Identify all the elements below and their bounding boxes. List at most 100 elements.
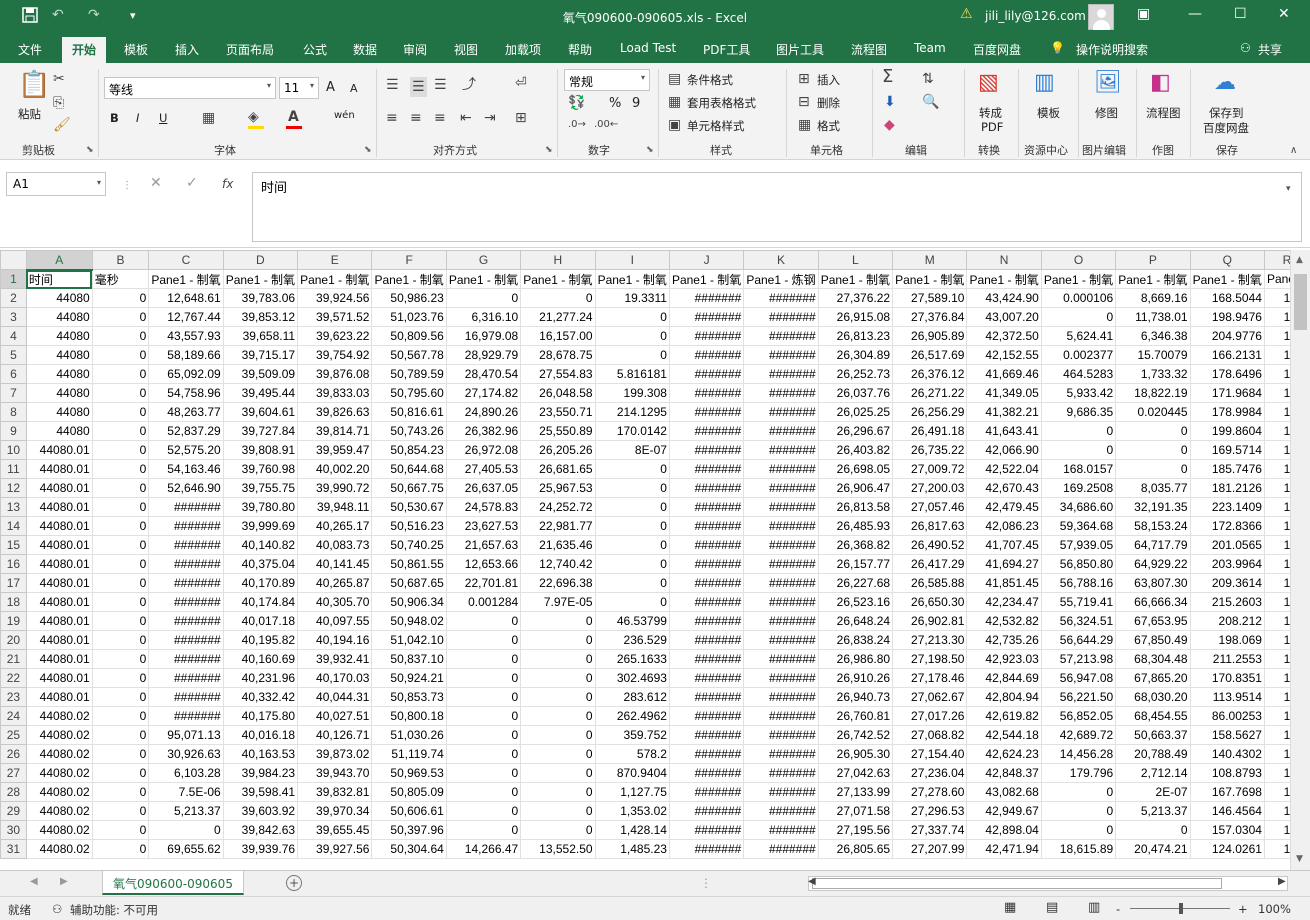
table-cell[interactable]: 23,550.71 bbox=[520, 402, 596, 422]
table-cell[interactable]: ####### bbox=[743, 592, 819, 612]
table-cell[interactable]: 27,213.30 bbox=[892, 630, 968, 650]
table-cell[interactable]: 42,234.47 bbox=[966, 592, 1042, 612]
table-cell[interactable]: 42,735.26 bbox=[966, 630, 1042, 650]
row-header[interactable]: 30 bbox=[0, 820, 27, 840]
table-cell[interactable]: 39,715.17 bbox=[222, 345, 299, 365]
table-cell[interactable]: 51,119.74 bbox=[371, 744, 447, 764]
table-cell[interactable]: ####### bbox=[668, 440, 745, 460]
table-cell[interactable]: 0 bbox=[91, 820, 150, 840]
convert-pdf-button-line2[interactable]: PDF bbox=[981, 120, 1003, 134]
table-cell[interactable]: 14,266.47 bbox=[445, 839, 522, 859]
row-header[interactable]: 15 bbox=[0, 535, 27, 555]
tab-formulas[interactable]: 公式 bbox=[303, 41, 327, 58]
table-cell[interactable]: 8E-07 bbox=[594, 440, 670, 460]
align-left-icon[interactable]: ≡ bbox=[386, 110, 398, 126]
table-cell[interactable]: 44080.02 bbox=[25, 744, 93, 764]
table-cell[interactable]: 54,163.46 bbox=[148, 459, 224, 479]
table-cell[interactable]: 40,097.55 bbox=[297, 611, 373, 631]
table-cell[interactable]: 0.002377 bbox=[1040, 345, 1117, 365]
shrink-font-button[interactable]: A bbox=[350, 82, 358, 95]
column-header[interactable]: G bbox=[445, 250, 522, 270]
ribbon-display-button[interactable]: ▣ bbox=[1137, 6, 1150, 22]
table-cell[interactable]: 26,637.05 bbox=[445, 478, 522, 498]
table-cell[interactable]: 39,655.45 bbox=[297, 820, 373, 840]
table-cell[interactable]: 39,939.76 bbox=[222, 839, 299, 859]
table-cell[interactable]: 50,530.67 bbox=[371, 497, 447, 517]
table-cell[interactable]: 27,154.40 bbox=[892, 744, 968, 764]
table-cell[interactable]: 26,906.47 bbox=[817, 478, 894, 498]
table-cell[interactable]: 12,653.66 bbox=[445, 554, 522, 574]
table-cell[interactable]: 27,554.83 bbox=[520, 364, 596, 384]
table-cell[interactable]: 0 bbox=[520, 801, 596, 821]
table-cell[interactable]: ####### bbox=[743, 554, 819, 574]
flowchart-button[interactable]: 流程图 bbox=[1146, 105, 1181, 121]
table-cell[interactable]: 283.612 bbox=[594, 687, 670, 707]
table-cell[interactable]: ####### bbox=[743, 649, 819, 669]
tab-template[interactable]: 模板 bbox=[124, 41, 148, 58]
table-cell[interactable]: 0 bbox=[91, 744, 150, 764]
table-cell[interactable]: 124.0261 bbox=[1189, 839, 1265, 859]
table-cell[interactable]: 50,969.53 bbox=[371, 763, 447, 783]
table-cell[interactable]: 44080.01 bbox=[25, 535, 93, 555]
table-cell[interactable]: 0 bbox=[91, 516, 150, 536]
column-header[interactable]: Q bbox=[1189, 250, 1265, 270]
table-cell[interactable]: ####### bbox=[668, 535, 745, 555]
table-cell[interactable]: ####### bbox=[148, 649, 224, 669]
table-cell[interactable]: 359.752 bbox=[594, 725, 670, 745]
table-cell[interactable]: 39,623.22 bbox=[297, 326, 373, 346]
table-cell[interactable]: 42,066.90 bbox=[966, 440, 1042, 460]
table-cell[interactable]: 26,838.24 bbox=[817, 630, 894, 650]
table-cell[interactable]: 201.0565 bbox=[1189, 535, 1265, 555]
table-cell[interactable]: 24,252.72 bbox=[520, 497, 596, 517]
table-cell[interactable]: 0 bbox=[594, 326, 670, 346]
table-cell[interactable]: 0 bbox=[445, 725, 522, 745]
table-cell[interactable]: 42,624.23 bbox=[966, 744, 1042, 764]
table-cell[interactable]: 2E-07 bbox=[1115, 782, 1191, 802]
table-cell[interactable]: 25,550.89 bbox=[520, 421, 596, 441]
table-cell[interactable]: 44080.01 bbox=[25, 497, 93, 517]
page-layout-view-icon[interactable]: ▤ bbox=[1046, 900, 1058, 915]
table-cell[interactable]: 8,035.77 bbox=[1115, 478, 1191, 498]
font-color-icon[interactable]: A bbox=[288, 109, 299, 125]
table-cell[interactable]: 52,575.20 bbox=[148, 440, 224, 460]
table-cell[interactable]: ####### bbox=[148, 497, 224, 517]
table-cell[interactable]: 48,263.77 bbox=[148, 402, 224, 422]
table-cell[interactable]: 578.2 bbox=[594, 744, 670, 764]
cell-styles-icon[interactable]: ▣ bbox=[668, 117, 681, 133]
table-cell[interactable]: 39,873.02 bbox=[297, 744, 373, 764]
table-cell[interactable]: 0 bbox=[91, 288, 150, 308]
table-cell[interactable]: ####### bbox=[743, 782, 819, 802]
enter-icon[interactable]: ✓ bbox=[186, 175, 198, 191]
table-cell[interactable]: 41,382.21 bbox=[966, 402, 1042, 422]
table-cell[interactable]: 42,619.82 bbox=[966, 706, 1042, 726]
table-cell[interactable]: 40,141.45 bbox=[297, 554, 373, 574]
expand-formula-icon[interactable]: ▾ bbox=[1286, 184, 1291, 194]
table-cell[interactable]: ####### bbox=[668, 516, 745, 536]
table-cell[interactable]: 0 bbox=[445, 801, 522, 821]
table-cell[interactable]: 44080.01 bbox=[25, 516, 93, 536]
tab-team[interactable]: Team bbox=[914, 41, 946, 55]
table-cell[interactable]: 0 bbox=[91, 839, 150, 859]
horizontal-scroll-thumb[interactable] bbox=[812, 878, 1222, 889]
table-cell[interactable]: 0 bbox=[1115, 820, 1191, 840]
table-cell[interactable]: ####### bbox=[148, 706, 224, 726]
table-cell[interactable]: 0 bbox=[594, 592, 670, 612]
table-cell[interactable]: 0 bbox=[520, 706, 596, 726]
table-cell[interactable]: 40,044.31 bbox=[297, 687, 373, 707]
table-cell[interactable]: 198.069 bbox=[1189, 630, 1265, 650]
table-cell[interactable]: 64,717.79 bbox=[1115, 535, 1191, 555]
table-cell[interactable]: ####### bbox=[148, 516, 224, 536]
tab-view[interactable]: 视图 bbox=[454, 41, 478, 58]
table-cell[interactable]: 50,854.23 bbox=[371, 440, 447, 460]
table-cell[interactable]: ####### bbox=[743, 459, 819, 479]
table-cell[interactable]: 42,532.82 bbox=[966, 611, 1042, 631]
table-cell[interactable]: 44080.02 bbox=[25, 706, 93, 726]
table-cell[interactable]: 2,712.14 bbox=[1115, 763, 1191, 783]
table-cell[interactable]: 39,853.12 bbox=[222, 307, 299, 327]
table-cell[interactable]: 5,624.41 bbox=[1040, 326, 1117, 346]
table-cell[interactable]: ####### bbox=[743, 801, 819, 821]
table-cell[interactable]: ####### bbox=[668, 706, 745, 726]
borders-icon[interactable]: ▦ bbox=[202, 110, 215, 126]
table-cell[interactable]: 57,939.05 bbox=[1040, 535, 1117, 555]
column-header[interactable]: K bbox=[743, 250, 819, 270]
